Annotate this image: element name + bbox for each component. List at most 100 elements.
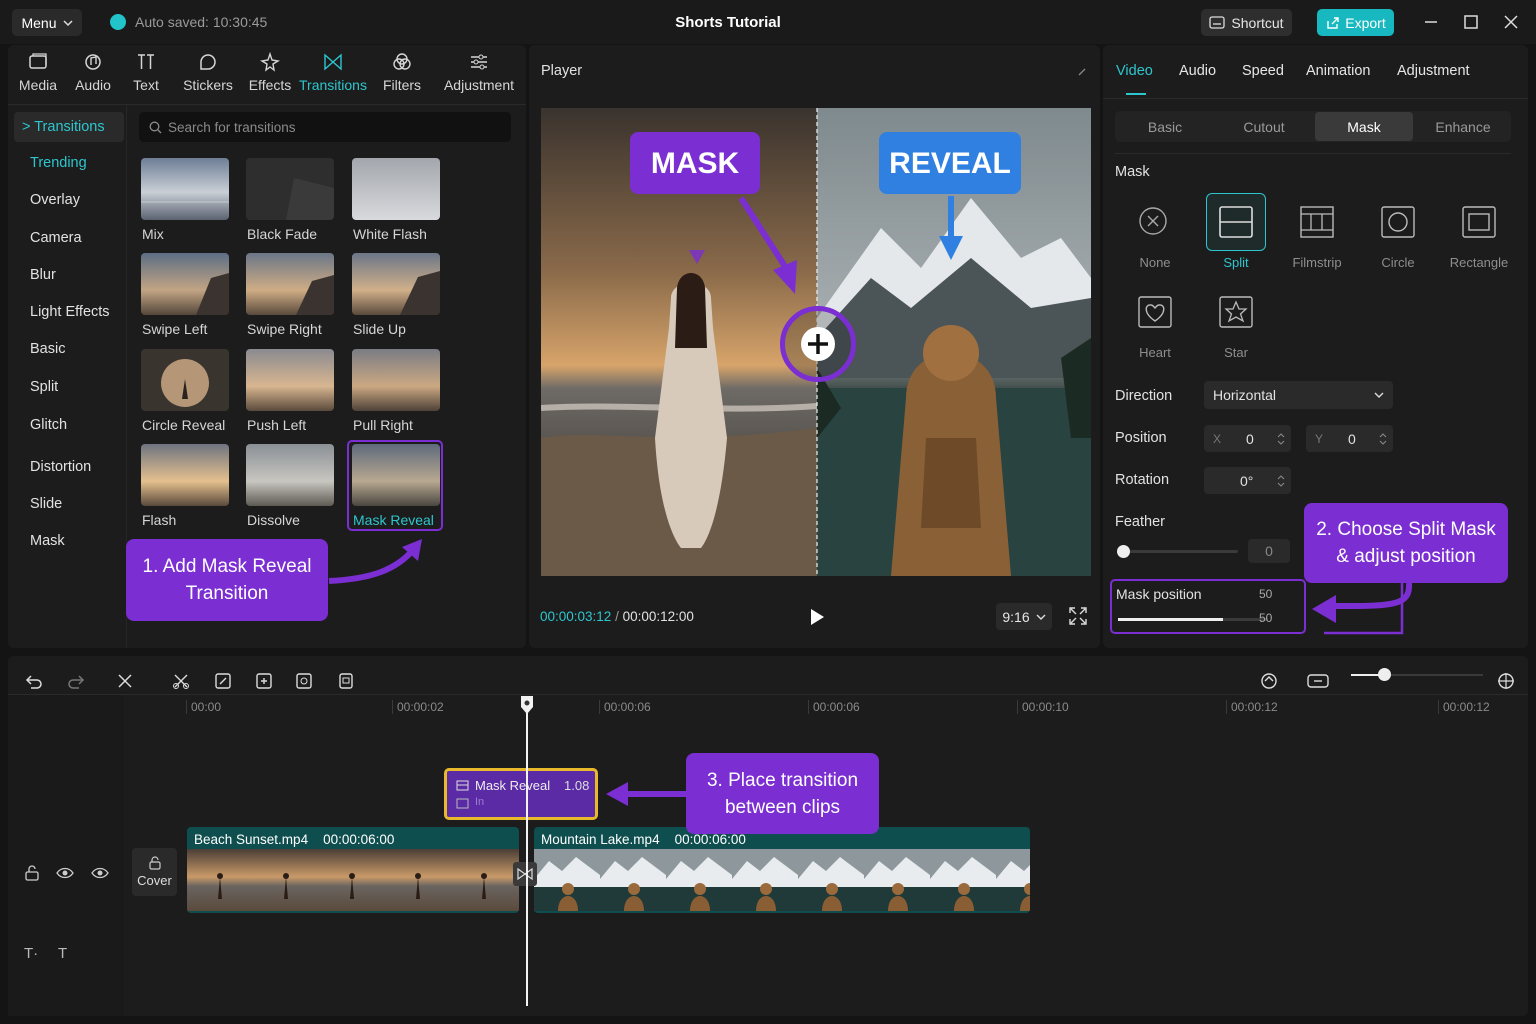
subtab-cutout[interactable]: Cutout	[1215, 112, 1313, 141]
transition-flash[interactable]: Flash	[141, 444, 237, 532]
mask-option-heart[interactable]: Heart	[1115, 283, 1195, 363]
transition-black-fade[interactable]: Black Fade	[246, 158, 342, 246]
subtab-mask[interactable]: Mask	[1315, 112, 1413, 141]
transition-slide-up[interactable]: Slide Up	[352, 253, 448, 341]
tab-transitions[interactable]: Transitions	[299, 51, 367, 99]
subtab-enhance[interactable]: Enhance	[1414, 112, 1512, 141]
crop-icon[interactable]	[210, 668, 236, 694]
inspector-tab-adjustment[interactable]: Adjustment	[1397, 63, 1470, 79]
category-slide[interactable]: Slide	[18, 496, 126, 512]
rotation-input[interactable]: 0°	[1204, 467, 1291, 494]
video-clip[interactable]: Beach Sunset.mp4 00:00:06:00	[187, 827, 519, 913]
mask-option-rectangle[interactable]: Rectangle	[1439, 193, 1519, 273]
export-button[interactable]: Export	[1317, 9, 1394, 36]
shortcut-button[interactable]: Shortcut	[1201, 9, 1292, 36]
tab-effects[interactable]: Effects	[242, 51, 298, 99]
maximize-icon[interactable]	[1461, 12, 1481, 32]
mask-option-circle[interactable]: Circle	[1358, 193, 1438, 273]
tab-stickers[interactable]: Stickers	[178, 51, 238, 99]
stepper-icon[interactable]	[1277, 432, 1285, 446]
delete-icon[interactable]	[112, 668, 138, 694]
text-style-icon[interactable]: T	[58, 945, 67, 962]
transition-swipe-left[interactable]: Swipe Left	[141, 253, 237, 341]
video-preview[interactable]: MASK REVEAL	[541, 108, 1091, 576]
eye-icon[interactable]	[56, 865, 74, 886]
text-track-icon[interactable]: T·	[24, 945, 38, 962]
fit-icon[interactable]	[1493, 668, 1519, 694]
category-light-effects[interactable]: Light Effects	[18, 304, 126, 320]
category-glitch[interactable]: Glitch	[18, 417, 126, 433]
inspector-tab-audio[interactable]: Audio	[1179, 63, 1216, 79]
aspect-ratio-select[interactable]: 9:16	[996, 603, 1052, 630]
link-icon[interactable]	[1305, 668, 1331, 694]
tab-audio[interactable]: Audio	[73, 51, 113, 99]
screenshot-icon[interactable]	[333, 668, 359, 694]
feather-slider-handle[interactable]	[1117, 545, 1130, 558]
category-trending[interactable]: Trending	[18, 155, 126, 171]
transition-dissolve[interactable]: Dissolve	[246, 444, 342, 532]
close-icon[interactable]	[1501, 12, 1521, 32]
category-overlay[interactable]: Overlay	[18, 192, 126, 208]
undo-icon[interactable]	[21, 668, 47, 694]
inspector-tab-animation[interactable]: Animation	[1306, 63, 1370, 79]
category-mask[interactable]: Mask	[18, 533, 126, 549]
mask-position-slider[interactable]	[1118, 618, 1268, 621]
tab-filters[interactable]: Filters	[382, 51, 422, 99]
transition-mask-reveal[interactable]: Mask Reveal	[352, 444, 448, 532]
rotation-value: 0°	[1240, 472, 1254, 489]
tab-adjustment[interactable]: Adjustment	[437, 51, 521, 99]
search-input[interactable]: Search for transitions	[139, 112, 511, 142]
transition-white-flash[interactable]: White Flash	[352, 158, 448, 246]
category-basic[interactable]: Basic	[18, 341, 126, 357]
transition-marker-icon[interactable]	[513, 862, 537, 886]
mask-option-star[interactable]: Star	[1196, 283, 1276, 363]
split-icon[interactable]	[168, 668, 194, 694]
direction-select[interactable]: Horizontal	[1204, 381, 1393, 409]
stepper-icon[interactable]	[1277, 474, 1285, 488]
feather-input[interactable]: 0	[1248, 539, 1290, 563]
minimize-icon[interactable]	[1421, 12, 1441, 32]
stepper-icon[interactable]	[1379, 432, 1387, 446]
fullscreen-icon[interactable]	[1069, 607, 1087, 625]
zoom-slider[interactable]	[1351, 668, 1483, 681]
mask-position-value-2[interactable]: 50	[1259, 611, 1272, 625]
split-handle[interactable]	[780, 306, 856, 382]
cover-button[interactable]: Cover	[132, 848, 177, 896]
playhead-handle-icon[interactable]	[520, 695, 534, 715]
transition-push-left[interactable]: Push Left	[246, 349, 342, 437]
lock-track-icon[interactable]	[24, 865, 40, 886]
position-x-input[interactable]: X 0	[1204, 425, 1291, 452]
step1-callout: 1. Add Mask Reveal Transition	[126, 539, 328, 621]
video-clip[interactable]: Mountain Lake.mp4 00:00:06:00	[534, 827, 1030, 913]
expand-corner-icon[interactable]	[1077, 67, 1087, 77]
magnet-icon[interactable]	[1256, 668, 1282, 694]
category-split[interactable]: Split	[18, 379, 126, 395]
zoom-handle[interactable]	[1378, 668, 1391, 681]
transition-mix[interactable]: Mix	[141, 158, 237, 246]
tab-text[interactable]: Text	[130, 51, 162, 99]
category-header[interactable]: > Transitions	[14, 112, 124, 142]
redo-icon[interactable]	[63, 668, 89, 694]
mask-option-none[interactable]: None	[1115, 193, 1195, 273]
inspector-tab-video[interactable]: Video	[1116, 63, 1153, 79]
play-icon[interactable]	[809, 608, 825, 626]
position-y-input[interactable]: Y 0	[1306, 425, 1393, 452]
category-camera[interactable]: Camera	[18, 230, 126, 246]
category-distortion[interactable]: Distortion	[18, 459, 126, 475]
transition-clip[interactable]: Mask Reveal 1.08 In	[444, 768, 598, 820]
mask-option-split[interactable]: Split	[1196, 193, 1276, 273]
playhead[interactable]	[526, 697, 528, 1006]
inspector-tab-speed[interactable]: Speed	[1242, 63, 1284, 79]
feather-slider[interactable]	[1117, 545, 1238, 558]
subtab-basic[interactable]: Basic	[1116, 112, 1214, 141]
audio-visible-icon[interactable]	[91, 865, 109, 886]
transition-circle-reveal[interactable]: Circle Reveal	[141, 349, 237, 437]
tab-media[interactable]: Media	[18, 51, 58, 99]
mask-option-filmstrip[interactable]: Filmstrip	[1277, 193, 1357, 273]
transition-pull-right[interactable]: Pull Right	[352, 349, 448, 437]
reverse-icon[interactable]	[291, 668, 317, 694]
category-blur[interactable]: Blur	[18, 267, 126, 283]
freeze-icon[interactable]	[251, 668, 277, 694]
transition-swipe-right[interactable]: Swipe Right	[246, 253, 342, 341]
mask-position-value[interactable]: 50	[1259, 587, 1272, 601]
